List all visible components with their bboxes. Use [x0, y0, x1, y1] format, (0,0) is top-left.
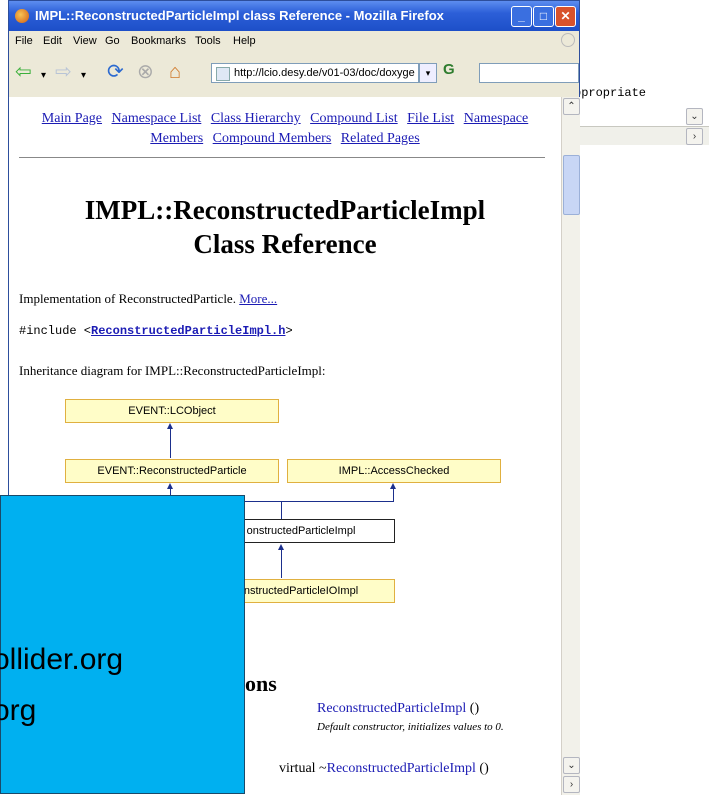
more-link[interactable]: More... [239, 291, 277, 306]
nav-compound-members[interactable]: Compound Members [213, 131, 332, 146]
menu-edit[interactable]: Edit [43, 35, 62, 47]
url-dropdown-button[interactable]: ▾ [419, 63, 437, 83]
nav-main-page[interactable]: Main Page [42, 111, 102, 126]
diagram-edge [281, 548, 282, 578]
reload-icon[interactable]: ⟳ [107, 61, 124, 83]
include-prefix: #include < [19, 324, 92, 338]
menu-go[interactable]: Go [105, 35, 120, 47]
menu-bar: File Edit View Go Bookmarks Tools Help [9, 31, 579, 51]
member-constructor-paren: () [466, 701, 480, 716]
include-suffix: > [285, 324, 293, 338]
class-description: Implementation of ReconstructedParticle.… [19, 291, 277, 307]
background-window: ppropriate ⌄ › [560, 0, 709, 150]
search-input[interactable] [479, 63, 579, 83]
diagram-arrow [167, 483, 173, 489]
member-constructor: ReconstructedParticleImpl () [317, 701, 479, 717]
nav-compound-list[interactable]: Compound List [310, 111, 398, 126]
minimize-button[interactable]: _ [511, 6, 532, 27]
menu-bookmarks[interactable]: Bookmarks [131, 35, 186, 47]
menu-tools[interactable]: Tools [195, 35, 221, 47]
diagram-node-reconstructed-particle[interactable]: EVENT::ReconstructedParticle [65, 459, 279, 483]
background-scroll-down-button[interactable]: ⌄ [686, 108, 703, 125]
member-constructor-description: Default constructor, initializes values … [317, 721, 504, 733]
include-file-link[interactable]: ReconstructedParticleImpl.h [91, 324, 285, 338]
nav-class-hierarchy[interactable]: Class Hierarchy [211, 111, 301, 126]
member-destructor: virtual ~ReconstructedParticleImpl () [279, 761, 489, 777]
diagram-edge [393, 487, 394, 501]
maximize-button[interactable]: □ [533, 6, 554, 27]
forward-dropdown-icon[interactable]: ▾ [81, 65, 86, 87]
nav-members[interactable]: Members [150, 131, 203, 146]
go-button[interactable]: G [443, 61, 467, 83]
overlay-text-line2: org [0, 694, 37, 727]
site-icon [216, 67, 230, 81]
description-text: Implementation of ReconstructedParticle. [19, 291, 236, 306]
scroll-up-button[interactable]: ⌃ [563, 98, 580, 115]
nav-namespace-list[interactable]: Namespace List [112, 111, 202, 126]
menu-view[interactable]: View [73, 35, 97, 47]
navigation-toolbar: ⇦ ▾ ⇨ ▾ ⟳ ⊗ ⌂ http://lcio.desy.de/v01-03… [9, 51, 579, 98]
page-title-line1: IMPL::ReconstructedParticleImpl [84, 195, 486, 225]
member-constructor-link[interactable]: ReconstructedParticleImpl [317, 701, 466, 716]
diagram-node-access-checked[interactable]: IMPL::AccessChecked [287, 459, 501, 483]
page-title: IMPL::ReconstructedParticleImpl Class Re… [9, 193, 561, 261]
window-title: IMPL::ReconstructedParticleImpl class Re… [35, 8, 444, 23]
nav-file-list[interactable]: File List [407, 111, 454, 126]
scroll-right-button[interactable]: › [563, 776, 580, 793]
close-button[interactable]: ✕ [555, 6, 576, 27]
scroll-down-button[interactable]: ⌄ [563, 757, 580, 774]
url-text: http://lcio.desy.de/v01-03/doc/doxyge [234, 67, 415, 79]
doxygen-nav: Main Page Namespace List Class Hierarchy… [9, 109, 561, 149]
scroll-thumb[interactable] [563, 155, 580, 215]
stop-icon[interactable]: ⊗ [137, 61, 154, 83]
forward-arrow-icon[interactable]: ⇨ [55, 61, 72, 83]
nav-related-pages[interactable]: Related Pages [341, 131, 420, 146]
section-heading: ons [245, 671, 277, 696]
throbber-icon [561, 33, 575, 47]
diagram-node-lcobject[interactable]: EVENT::LCObject [65, 399, 279, 423]
background-window-text: ppropriate [574, 86, 647, 100]
page-title-line2: Class Reference [193, 229, 377, 259]
divider [19, 157, 545, 158]
diagram-arrow [278, 544, 284, 550]
diagram-edge [170, 428, 171, 458]
member-destructor-prefix: virtual ~ [279, 761, 327, 776]
vertical-scrollbar[interactable]: ⌃ ⌄ › [561, 97, 580, 795]
blue-overlay-panel: ollider.org org [0, 495, 245, 794]
member-destructor-link[interactable]: ReconstructedParticleImpl [327, 761, 476, 776]
include-line: #include <ReconstructedParticleImpl.h> [19, 324, 293, 338]
back-dropdown-icon[interactable]: ▾ [41, 65, 46, 87]
menu-help[interactable]: Help [233, 35, 256, 47]
back-arrow-icon[interactable]: ⇦ [15, 61, 32, 83]
firefox-icon [15, 9, 29, 23]
home-icon[interactable]: ⌂ [169, 61, 181, 83]
nav-namespace[interactable]: Namespace [464, 111, 529, 126]
url-field[interactable]: http://lcio.desy.de/v01-03/doc/doxyge [211, 63, 419, 83]
diagram-edge [281, 501, 282, 519]
inheritance-label: Inheritance diagram for IMPL::Reconstruc… [19, 363, 326, 378]
menu-file[interactable]: File [15, 35, 33, 47]
overlay-text-line1: ollider.org [0, 643, 124, 676]
background-scroll-right-button[interactable]: › [686, 128, 703, 145]
diagram-arrow [167, 423, 173, 429]
diagram-arrow [390, 483, 396, 489]
title-bar: IMPL::ReconstructedParticleImpl class Re… [9, 1, 579, 31]
member-destructor-paren: () [475, 761, 489, 776]
